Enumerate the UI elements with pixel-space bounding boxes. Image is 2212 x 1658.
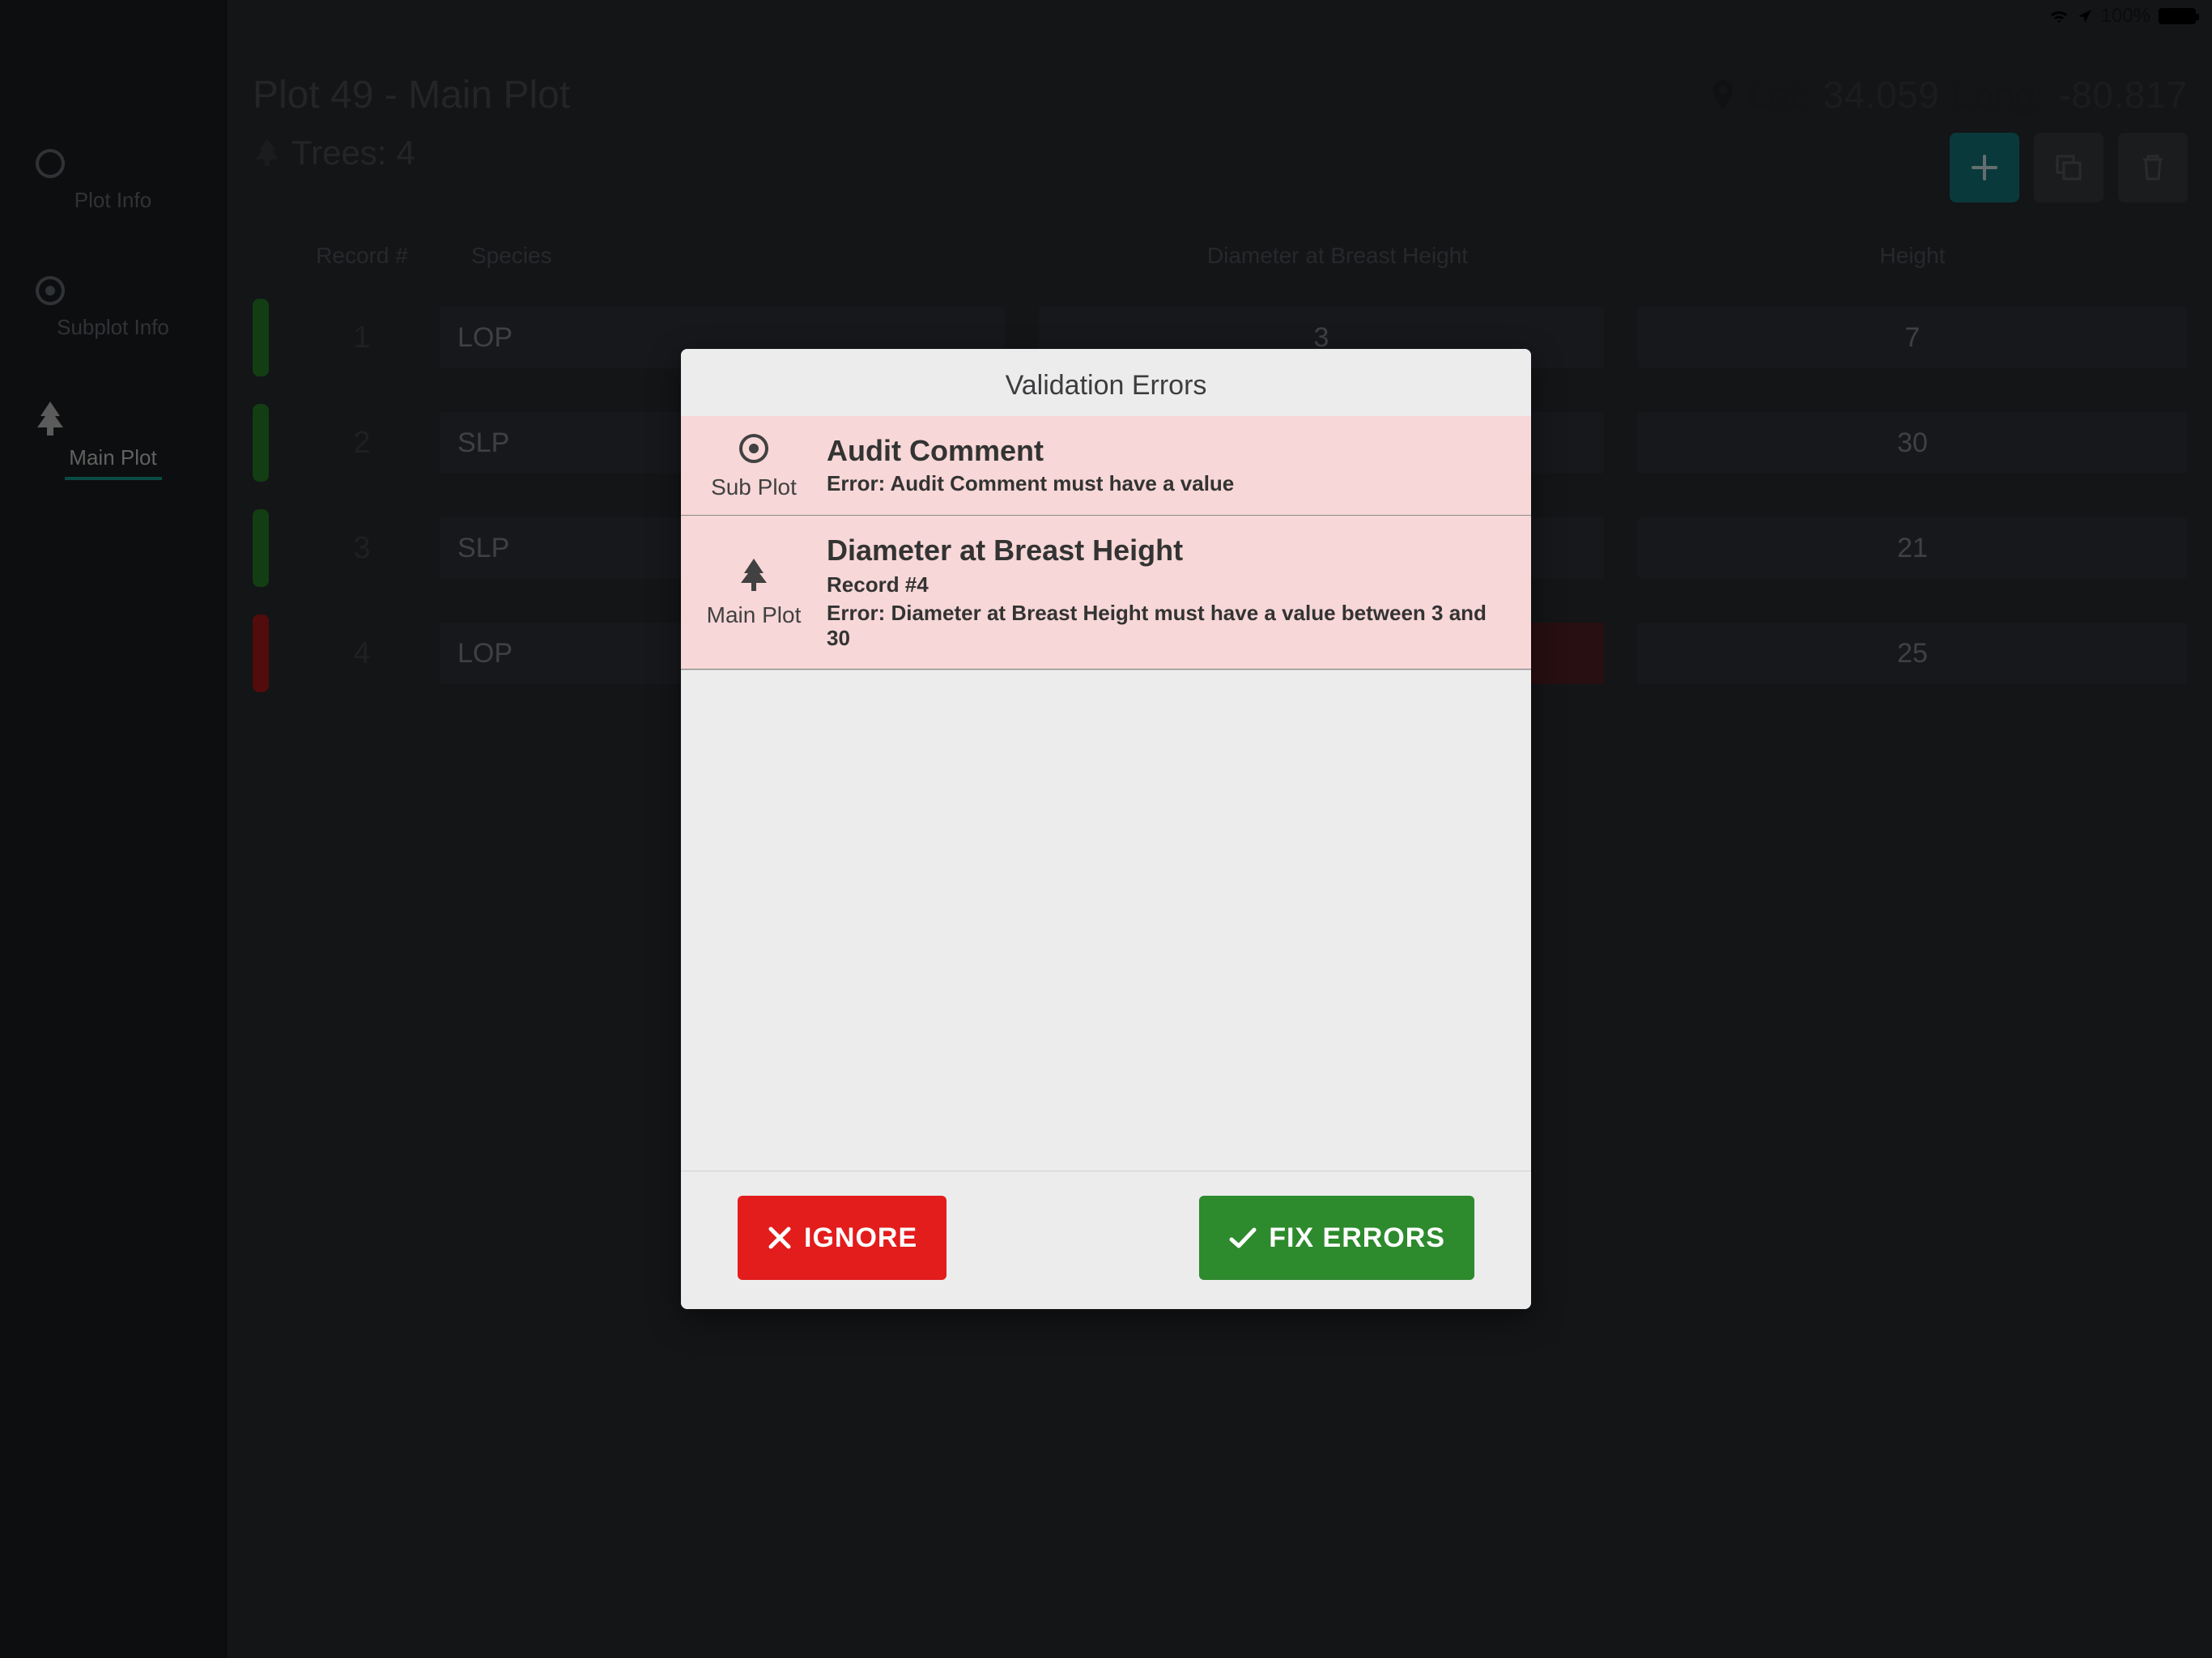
ignore-button-label: IGNORE (804, 1222, 917, 1254)
error-title: Audit Comment (827, 434, 1507, 468)
fix-errors-button-label: FIX ERRORS (1269, 1222, 1445, 1254)
dialog-empty-area (681, 670, 1531, 1171)
fix-errors-button[interactable]: FIX ERRORS (1199, 1196, 1474, 1280)
error-message: Error: Diameter at Breast Height must ha… (827, 601, 1507, 651)
check-icon (1228, 1225, 1257, 1251)
target-icon (736, 431, 772, 466)
ignore-button[interactable]: IGNORE (738, 1196, 946, 1280)
validation-error-item[interactable]: Sub Plot Audit Comment Error: Audit Comm… (681, 416, 1531, 516)
error-message: Error: Audit Comment must have a value (827, 471, 1507, 496)
validation-error-item[interactable]: Main Plot Diameter at Breast Height Reco… (681, 516, 1531, 670)
close-icon (767, 1225, 793, 1251)
error-subtitle: Record #4 (827, 572, 1507, 597)
error-title: Diameter at Breast Height (827, 534, 1507, 568)
error-section-label: Main Plot (707, 602, 802, 628)
error-section-label: Sub Plot (711, 474, 797, 500)
validation-errors-dialog: Validation Errors Sub Plot Audit Comment… (681, 349, 1531, 1309)
dialog-title: Validation Errors (681, 349, 1531, 416)
tree-icon (738, 557, 770, 594)
